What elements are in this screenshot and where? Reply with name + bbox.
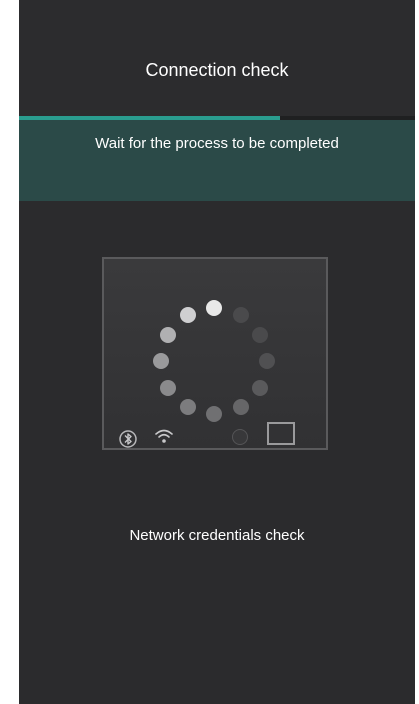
spinner-dot [232,307,249,324]
spinner-dot [259,353,275,369]
spinner-dot [160,379,177,396]
spinner-dot [153,353,169,369]
app-screen: Connection check Wait for the process to… [19,0,415,704]
device-panel [102,257,328,450]
spinner-dot [160,326,177,343]
banner-message: Wait for the process to be completed [95,135,339,152]
spinner-dot [206,406,222,422]
spinner-dot [206,300,222,316]
wifi-icon [154,428,174,444]
spinner-dot [251,326,268,343]
bluetooth-icon [119,428,137,450]
status-text: Network credentials check [129,527,305,544]
screen-square-icon [267,422,295,445]
header: Connection check [19,0,415,116]
spinner-dot [179,398,196,415]
spinner-dot [179,307,196,324]
page-title: Connection check [145,60,289,80]
spinner-dot [232,398,249,415]
spinner-dot [251,379,268,396]
info-banner: Wait for the process to be completed [19,120,415,201]
status-circle-icon [232,429,248,445]
loading-spinner-icon [144,291,284,431]
